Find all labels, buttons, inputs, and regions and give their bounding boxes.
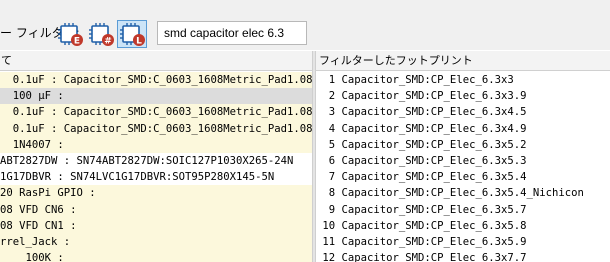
chip-filter-e-icon: E — [58, 23, 83, 47]
footprint-row[interactable]: 12 Capacitor_SMD:CP_Elec_6.3x7.7 — [316, 250, 610, 262]
chip-filter-pins-icon: # — [89, 23, 114, 47]
svg-text:L: L — [136, 37, 142, 47]
symbol-list-header: て — [0, 51, 312, 71]
footprint-row[interactable]: 7 Capacitor_SMD:CP_Elec_6.3x5.4 — [316, 169, 610, 185]
symbol-row[interactable]: 0.1uF : Capacitor_SMD:C_0603_1608Metric_… — [0, 72, 312, 89]
footprint-row[interactable]: 8 Capacitor_SMD:CP_Elec_6.3x5.4_Nichicon — [316, 185, 610, 201]
symbol-row[interactable]: 100K : — [0, 250, 312, 262]
footprint-row[interactable]: 11 Capacitor_SMD:CP_Elec_6.3x5.9 — [316, 234, 610, 250]
filtered-footprint-list: 1 Capacitor_SMD:CP_Elec_6.3x3 2 Capacito… — [316, 72, 610, 262]
symbol-row[interactable]: ABT2827DW : SN74ABT2827DW:SOIC127P1030X2… — [0, 153, 312, 169]
toolbar: ー フィルター: E # L smd capacitor elec 6.3 — [0, 0, 610, 50]
filter-pin-count-button[interactable]: # — [86, 20, 116, 48]
symbol-list: 0.1uF : Capacitor_SMD:C_0603_1608Metric_… — [0, 72, 312, 262]
footprint-search-input[interactable]: smd capacitor elec 6.3 — [157, 21, 307, 45]
footprint-row[interactable]: 10 Capacitor_SMD:CP_Elec_6.3x5.8 — [316, 218, 610, 234]
filtered-footprints-header: フィルターしたフットプリント — [316, 51, 610, 71]
footprint-row[interactable]: 3 Capacitor_SMD:CP_Elec_6.3x4.5 — [316, 104, 610, 120]
symbol-row[interactable]: 1N4007 : — [0, 136, 312, 153]
symbol-row[interactable]: 20 RasPi GPIO : — [0, 185, 312, 202]
footprint-row[interactable]: 2 Capacitor_SMD:CP_Elec_6.3x3.9 — [316, 88, 610, 104]
footprint-row[interactable]: 1 Capacitor_SMD:CP_Elec_6.3x3 — [316, 72, 610, 88]
chip-filter-library-icon: L — [120, 23, 145, 47]
symbol-row[interactable]: 0.1uF : Capacitor_SMD:C_0603_1608Metric_… — [0, 104, 312, 121]
symbol-row[interactable]: 0.1uF : Capacitor_SMD:C_0603_1608Metric_… — [0, 120, 312, 137]
filter-library-button[interactable]: L — [117, 20, 147, 48]
symbol-row[interactable]: rrel_Jack : — [0, 233, 312, 251]
symbol-row[interactable]: 08 VFD CN6 : — [0, 201, 312, 218]
symbol-row[interactable]: 08 VFD CN1 : — [0, 217, 312, 234]
symbol-row-selected[interactable]: 100 µF : — [0, 88, 312, 105]
footprint-row[interactable]: 4 Capacitor_SMD:CP_Elec_6.3x4.9 — [316, 121, 610, 137]
footprint-row[interactable]: 5 Capacitor_SMD:CP_Elec_6.3x5.2 — [316, 137, 610, 153]
footprint-row[interactable]: 9 Capacitor_SMD:CP_Elec_6.3x5.7 — [316, 202, 610, 218]
filter-keyword-button[interactable]: E — [55, 20, 85, 48]
symbol-row[interactable]: 1G17DBVR : SN74LVC1G17DBVR:SOT95P280X145… — [0, 169, 312, 185]
svg-text:#: # — [104, 37, 112, 47]
footprint-row[interactable]: 6 Capacitor_SMD:CP_Elec_6.3x5.3 — [316, 153, 610, 169]
svg-text:E: E — [74, 37, 80, 47]
